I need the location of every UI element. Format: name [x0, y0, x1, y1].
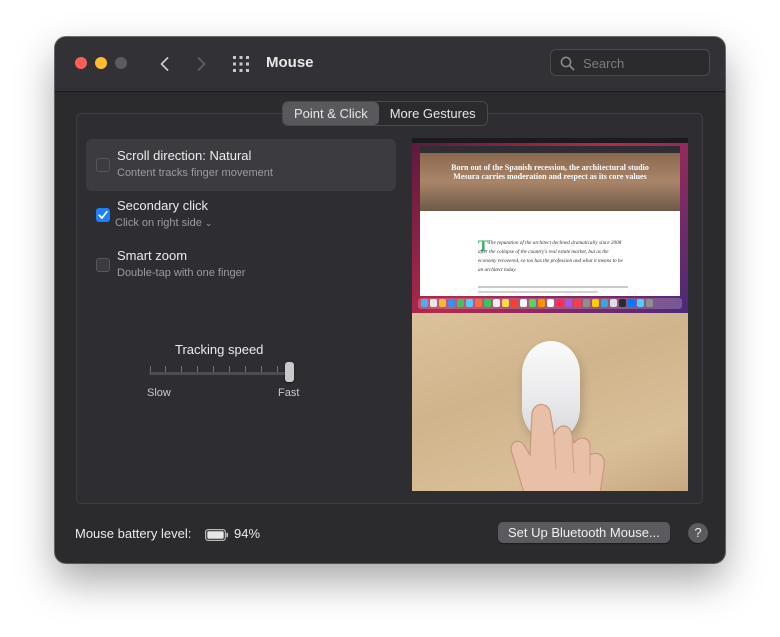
slider-tick — [277, 366, 278, 372]
gesture-preview: Born out of the Spanish recession, the a… — [412, 138, 688, 491]
preview-menubar — [412, 138, 688, 143]
mouse-preferences-window: Mouse Point & Click More Gestures Scroll… — [55, 37, 725, 563]
tab-point-and-click[interactable]: Point & Click — [283, 102, 379, 125]
secondary-click-popup[interactable]: Click on right side ⌄ — [115, 217, 212, 229]
option-smart-zoom[interactable]: Smart zoom Double-tap with one finger — [86, 239, 396, 291]
title-bar: Mouse — [55, 37, 725, 92]
dock-app-icon — [637, 299, 644, 307]
preview-browser-window: Born out of the Spanish recession, the a… — [420, 146, 680, 296]
preview-browser-toolbar — [420, 146, 680, 153]
option-secondary-click[interactable]: Secondary click Click on right side ⌄ — [86, 189, 396, 241]
tab-more-gestures[interactable]: More Gestures — [379, 102, 487, 125]
slider-tick — [181, 366, 182, 372]
dock-trash-icon — [646, 299, 653, 307]
slider-tick — [150, 366, 151, 372]
search-icon — [560, 56, 575, 71]
dock-app-icon — [457, 299, 464, 307]
smart-zoom-subtitle: Double-tap with one finger — [117, 267, 246, 279]
dock-app-icon — [601, 299, 608, 307]
dock-app-icon — [565, 299, 572, 307]
battery-icon — [205, 528, 229, 546]
scroll-direction-subtitle: Content tracks finger movement — [117, 167, 273, 179]
tracking-speed-knob[interactable] — [285, 362, 294, 382]
dock-app-icon — [628, 299, 635, 307]
dock-app-icon — [448, 299, 455, 307]
setup-bluetooth-mouse-button[interactable]: Set Up Bluetooth Mouse... — [498, 522, 670, 543]
checkmark-icon — [98, 210, 108, 219]
search-input[interactable] — [581, 53, 705, 74]
slider-tick — [229, 366, 230, 372]
slider-tick — [165, 366, 166, 372]
dock-app-icon — [592, 299, 599, 307]
dock-app-icon — [538, 299, 545, 307]
dock-app-icon — [484, 299, 491, 307]
scroll-direction-checkbox[interactable] — [96, 158, 110, 172]
dock-app-icon — [610, 299, 617, 307]
minimize-window-button[interactable] — [95, 57, 107, 69]
preview-text-line — [478, 291, 598, 293]
dock-app-icon — [520, 299, 527, 307]
preview-desk-surface — [412, 313, 688, 491]
forward-chevron-icon[interactable] — [191, 54, 211, 74]
slider-tick — [213, 366, 214, 372]
dock-app-icon — [421, 299, 428, 307]
preview-hero-image: Born out of the Spanish recession, the a… — [420, 153, 680, 211]
slider-tick — [261, 366, 262, 372]
dock-app-icon — [439, 299, 446, 307]
hand-icon — [510, 403, 605, 491]
back-chevron-icon[interactable] — [155, 54, 175, 74]
preview-article-text: The reputation of the architect declined… — [478, 240, 623, 273]
window-title: Mouse — [266, 54, 314, 71]
secondary-click-subtitle: Click on right side — [115, 217, 202, 229]
dock-app-icon — [547, 299, 554, 307]
slider-tick — [197, 366, 198, 372]
dock-app-icon — [556, 299, 563, 307]
dock-app-icon — [529, 299, 536, 307]
tracking-speed-slider[interactable] — [149, 372, 291, 375]
preview-text-line — [478, 286, 628, 288]
dock-app-icon — [475, 299, 482, 307]
chevron-down-icon: ⌄ — [204, 218, 213, 228]
tab-bar: Point & Click More Gestures — [282, 101, 488, 126]
secondary-click-checkbox[interactable] — [96, 208, 110, 222]
dock-app-icon — [466, 299, 473, 307]
secondary-click-title: Secondary click — [117, 198, 209, 213]
option-scroll-direction[interactable]: Scroll direction: Natural Content tracks… — [86, 139, 396, 191]
preview-screen: Born out of the Spanish recession, the a… — [412, 138, 688, 313]
dock-app-icon — [619, 299, 626, 307]
dock-app-icon — [502, 299, 509, 307]
help-button[interactable]: ? — [688, 523, 708, 543]
zoom-window-button[interactable] — [115, 57, 127, 69]
dock-app-icon — [583, 299, 590, 307]
smart-zoom-title: Smart zoom — [117, 248, 188, 263]
close-window-button[interactable] — [75, 57, 87, 69]
battery-percent: 94% — [234, 526, 261, 541]
preview-headline: Born out of the Spanish recession, the a… — [451, 163, 649, 181]
battery-level-label: Mouse battery level: — [75, 526, 192, 541]
dock-app-icon — [511, 299, 518, 307]
tracking-speed-label: Tracking speed — [175, 342, 264, 357]
dock-app-icon — [574, 299, 581, 307]
show-all-grid-icon[interactable] — [232, 55, 250, 73]
scroll-direction-title: Scroll direction: Natural — [117, 148, 252, 163]
search-field[interactable] — [550, 49, 710, 76]
preview-dock — [418, 298, 682, 309]
slider-tick — [245, 366, 246, 372]
smart-zoom-checkbox[interactable] — [96, 258, 110, 272]
slider-min-label: Slow — [147, 387, 171, 399]
dock-app-icon — [430, 299, 437, 307]
dock-app-icon — [493, 299, 500, 307]
slider-max-label: Fast — [278, 387, 300, 399]
